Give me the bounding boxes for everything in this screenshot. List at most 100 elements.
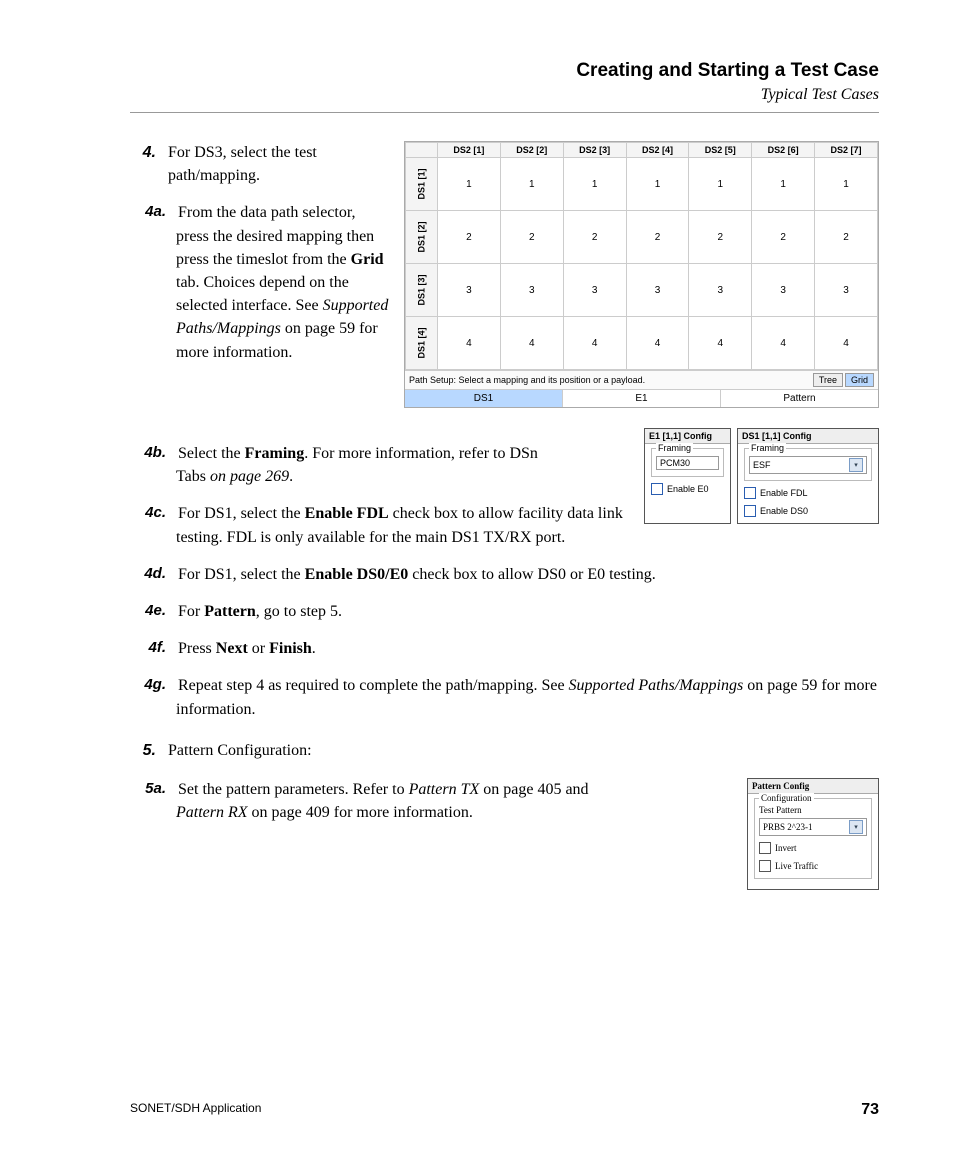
step-4d: 4d. For DS1, select the Enable DS0/E0 ch… <box>130 563 879 586</box>
text: Press <box>178 640 216 657</box>
checkbox-label: Enable FDL <box>760 488 808 498</box>
enable-fdl-checkbox[interactable]: Enable FDL <box>744 487 872 499</box>
col-header: DS2 [7] <box>815 143 878 158</box>
step-4f: 4f. Press Next or Finish. <box>130 637 879 660</box>
step-5-number: 5. <box>130 739 156 762</box>
checkbox-label: Live Traffic <box>775 861 818 871</box>
grid-cell[interactable]: 3 <box>563 264 626 317</box>
ds1-config-panel: DS1 [1,1] Config Framing ESF ▾ Enable FD… <box>737 428 879 524</box>
tree-button[interactable]: Tree <box>813 373 843 387</box>
tab-ds1[interactable]: DS1 <box>405 390 563 407</box>
grid-cell[interactable]: 4 <box>752 317 815 370</box>
test-pattern-dropdown[interactable]: PRBS 2^23-1 ▾ <box>759 818 867 836</box>
text-italic: Pattern TX <box>409 781 480 798</box>
tab-e1[interactable]: E1 <box>563 390 721 407</box>
grid-cell[interactable]: 3 <box>438 264 501 317</box>
page-header-title: Creating and Starting a Test Case <box>130 60 879 82</box>
grid-cell[interactable]: 4 <box>500 317 563 370</box>
grid-cell[interactable]: 1 <box>815 158 878 211</box>
step-4a: 4a. From the data path selector, press t… <box>130 201 390 363</box>
grid-cell[interactable]: 1 <box>563 158 626 211</box>
grid-cell[interactable]: 3 <box>752 264 815 317</box>
e1-framing-value[interactable]: PCM30 <box>656 456 719 470</box>
grid-cell[interactable]: 2 <box>815 211 878 264</box>
checkbox-icon <box>744 505 756 517</box>
grid-cell[interactable]: 4 <box>689 317 752 370</box>
col-header: DS2 [3] <box>563 143 626 158</box>
grid-cell[interactable]: 3 <box>500 264 563 317</box>
grid-cell[interactable]: 3 <box>626 264 689 317</box>
col-header: DS2 [5] <box>689 143 752 158</box>
tab-pattern[interactable]: Pattern <box>721 390 878 407</box>
grid-cell[interactable]: 1 <box>438 158 501 211</box>
step-4b-number: 4b. <box>136 442 166 464</box>
step-5a-number: 5a. <box>136 778 166 800</box>
grid-cell[interactable]: 1 <box>500 158 563 211</box>
text-italic: Supported Paths/Mappings <box>569 677 744 694</box>
chevron-down-icon: ▾ <box>849 820 863 834</box>
text-bold: Enable DS0/E0 <box>305 566 409 583</box>
text-bold: Grid <box>351 251 384 268</box>
enable-e0-checkbox[interactable]: Enable E0 <box>651 483 724 495</box>
dropdown-value: ESF <box>753 460 771 470</box>
col-header: DS2 [4] <box>626 143 689 158</box>
row-header: DS1 [2] <box>417 221 427 252</box>
grid-figure: DS2 [1] DS2 [2] DS2 [3] DS2 [4] DS2 [5] … <box>404 141 879 408</box>
step-4g-number: 4g. <box>136 674 166 696</box>
text: Repeat step 4 as required to complete th… <box>178 677 569 694</box>
live-traffic-checkbox[interactable]: Live Traffic <box>759 860 867 872</box>
step-4f-number: 4f. <box>136 637 166 659</box>
checkbox-icon <box>759 842 771 854</box>
header-rule <box>130 112 879 113</box>
framing-label: Framing <box>656 443 693 453</box>
page-header-subtitle: Typical Test Cases <box>130 86 879 104</box>
grid-cell[interactable]: 1 <box>689 158 752 211</box>
checkbox-label: Invert <box>775 843 797 853</box>
grid-cell[interactable]: 2 <box>438 211 501 264</box>
text: From the data path selector, press the d… <box>176 204 374 267</box>
text-bold: Enable FDL <box>305 505 389 522</box>
grid-cell[interactable]: 1 <box>752 158 815 211</box>
checkbox-icon <box>759 860 771 872</box>
e1-panel-title: E1 [1,1] Config <box>645 429 730 444</box>
ds1-panel-title: DS1 [1,1] Config <box>738 429 878 444</box>
grid-cell[interactable]: 1 <box>626 158 689 211</box>
grid-cell[interactable]: 4 <box>563 317 626 370</box>
grid-cell[interactable]: 3 <box>689 264 752 317</box>
pattern-config-panel: Pattern Config Configuration Test Patter… <box>747 778 879 890</box>
framing-label: Framing <box>749 443 786 453</box>
enable-ds0-checkbox[interactable]: Enable DS0 <box>744 505 872 517</box>
grid-cell[interactable]: 2 <box>626 211 689 264</box>
grid-cell[interactable]: 2 <box>752 211 815 264</box>
row-header: DS1 [3] <box>417 274 427 305</box>
e1-config-panel: E1 [1,1] Config Framing PCM30 Enable E0 <box>644 428 731 524</box>
text-bold: Next <box>216 640 248 657</box>
grid-cell[interactable]: 2 <box>500 211 563 264</box>
invert-checkbox[interactable]: Invert <box>759 842 867 854</box>
ds1-framing-dropdown[interactable]: ESF ▾ <box>749 456 867 474</box>
grid-cell[interactable]: 4 <box>626 317 689 370</box>
text: For DS1, select the <box>178 505 305 522</box>
text: Set the pattern parameters. Refer to <box>178 781 409 798</box>
step-4e: 4e. For Pattern, go to step 5. <box>130 600 879 623</box>
timeslot-grid: DS2 [1] DS2 [2] DS2 [3] DS2 [4] DS2 [5] … <box>405 142 878 370</box>
grid-cell[interactable]: 3 <box>815 264 878 317</box>
text: or <box>248 640 269 657</box>
grid-cell[interactable]: 4 <box>815 317 878 370</box>
col-header: DS2 [2] <box>500 143 563 158</box>
step-4b: 4b. Select the Framing. For more informa… <box>130 442 556 488</box>
step-4a-number: 4a. <box>136 201 166 223</box>
page-number: 73 <box>861 1101 879 1119</box>
dropdown-value: PRBS 2^23-1 <box>763 822 813 832</box>
text-bold: Pattern <box>204 603 256 620</box>
step-4c-number: 4c. <box>136 502 166 524</box>
text: . <box>289 468 293 485</box>
text: on page 409 for more information. <box>248 804 473 821</box>
test-pattern-label: Test Pattern <box>759 805 867 815</box>
grid-cell[interactable]: 2 <box>563 211 626 264</box>
configuration-label: Configuration <box>759 793 814 803</box>
grid-cell[interactable]: 4 <box>438 317 501 370</box>
grid-cell[interactable]: 2 <box>689 211 752 264</box>
checkbox-icon <box>651 483 663 495</box>
grid-button[interactable]: Grid <box>845 373 874 387</box>
